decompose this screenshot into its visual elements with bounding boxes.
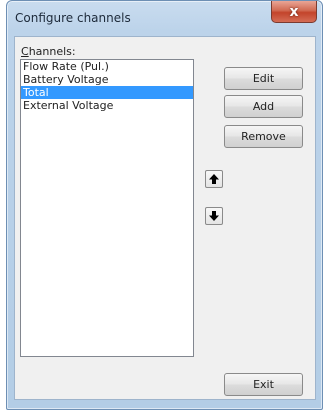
list-item[interactable]: Battery Voltage [21,73,193,86]
channels-listbox[interactable]: Flow Rate (Pul.) Battery Voltage Total E… [20,59,194,357]
list-item-selected[interactable]: Total [21,86,193,99]
arrow-up-icon [209,174,219,184]
list-item[interactable]: Flow Rate (Pul.) [21,60,193,73]
add-button[interactable]: Add [224,95,303,118]
channels-label-text: hannels: [28,45,76,58]
dialog-body: Channels: Flow Rate (Pul.) Battery Volta… [14,36,316,400]
list-item[interactable]: External Voltage [21,99,193,112]
channels-label: Channels: [21,45,76,58]
move-down-button[interactable] [205,207,223,225]
edit-button[interactable]: Edit [224,67,303,90]
window-title: Configure channels [15,11,131,25]
remove-button[interactable]: Remove [224,125,303,148]
channels-label-mnemonic: C [21,45,29,58]
move-up-button[interactable] [205,170,223,188]
close-button[interactable]: x [271,1,317,23]
dialog-window: Configure channels x Channels: Flow Rate… [6,0,323,410]
exit-button[interactable]: Exit [224,373,303,396]
arrow-down-icon [209,211,219,221]
close-icon: x [289,3,299,20]
